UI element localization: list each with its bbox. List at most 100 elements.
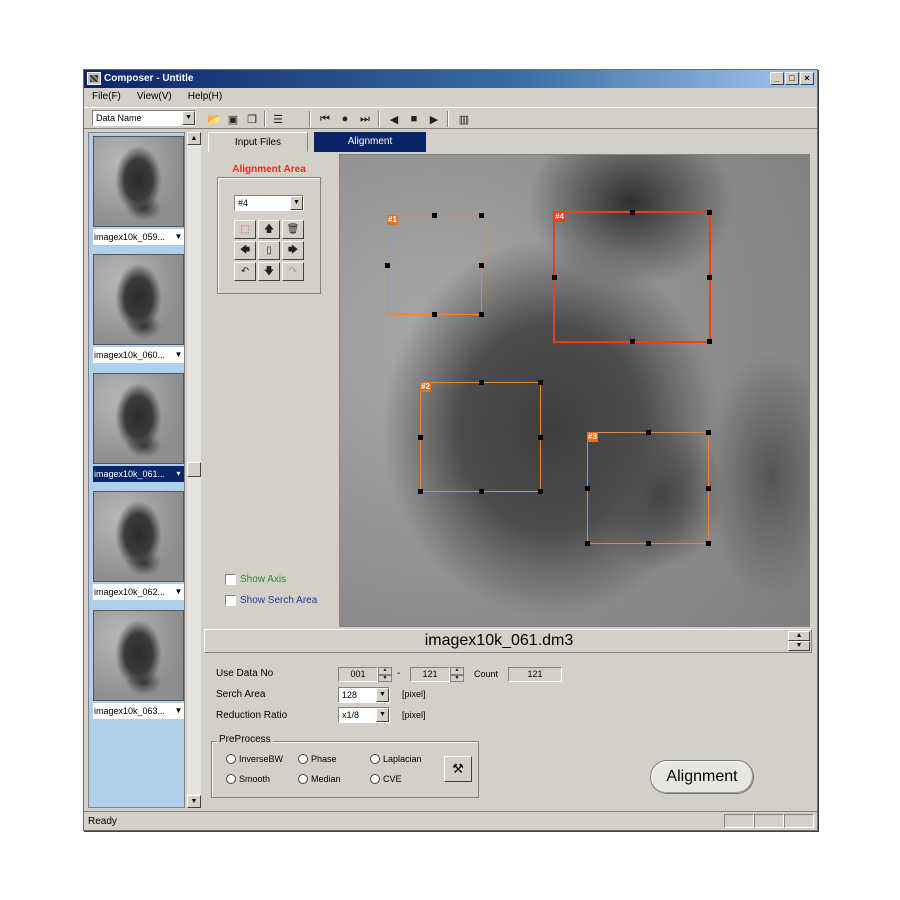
- show-axis-checkbox[interactable]: Show Axis: [225, 574, 286, 585]
- arrow-down-icon[interactable]: 🡇: [258, 262, 280, 281]
- save-icon[interactable]: ▣: [225, 111, 241, 127]
- thumbnail-image[interactable]: [93, 610, 184, 701]
- alignment-roi[interactable]: #1: [385, 213, 484, 317]
- spin-down-icon[interactable]: ▼: [788, 641, 810, 651]
- thumbnail-caption[interactable]: imagex10k_059... ▼: [93, 229, 184, 245]
- scroll-up-icon[interactable]: ▲: [187, 132, 201, 145]
- minimize-button[interactable]: _: [770, 72, 784, 85]
- tab-alignment[interactable]: Alignment: [314, 132, 426, 152]
- radio-button[interactable]: [226, 774, 236, 784]
- thumbnail-image[interactable]: [93, 373, 184, 464]
- blank-icon[interactable]: [289, 111, 305, 127]
- stop-icon[interactable]: ■: [406, 111, 422, 127]
- menu-help[interactable]: Help(H): [188, 88, 222, 106]
- redo-icon[interactable]: ↷: [282, 262, 304, 281]
- data-to-spinner[interactable]: ▲ ▼: [450, 667, 464, 682]
- menu-view[interactable]: View(V): [137, 88, 172, 106]
- play-icon[interactable]: ▶: [426, 111, 442, 127]
- alignment-roi[interactable]: #2: [418, 380, 543, 494]
- chevron-down-icon[interactable]: ▼: [173, 703, 184, 719]
- scroll-thumb[interactable]: [187, 462, 201, 477]
- checkbox-box[interactable]: [225, 574, 236, 585]
- thumbnail-item[interactable]: imagex10k_062... ▼: [93, 491, 184, 600]
- menu-file[interactable]: File(F): [92, 88, 121, 106]
- chevron-down-icon[interactable]: ▼: [173, 229, 184, 245]
- spin-up-icon[interactable]: ▲: [378, 667, 392, 675]
- chevron-down-icon[interactable]: ▼: [182, 111, 195, 125]
- arrow-left-icon[interactable]: 🡄: [234, 241, 256, 260]
- thumbnail-item[interactable]: imagex10k_060... ▼: [93, 254, 184, 363]
- undo-icon[interactable]: ↶: [234, 262, 256, 281]
- copy-icon[interactable]: ❐: [244, 111, 260, 127]
- radio-button[interactable]: [298, 754, 308, 764]
- thumbnail-caption[interactable]: imagex10k_062... ▼: [93, 584, 184, 600]
- list-icon[interactable]: ☰: [270, 111, 286, 127]
- radio-median[interactable]: Median: [298, 774, 341, 784]
- image-viewer[interactable]: #1 #4 #2 #3: [339, 154, 810, 627]
- spin-up-icon[interactable]: ▲: [450, 667, 464, 675]
- delete-icon[interactable]: 🗑: [282, 220, 304, 239]
- radio-inverse-bw[interactable]: InverseBW: [226, 754, 283, 764]
- open-folder-icon[interactable]: 📂: [206, 111, 222, 127]
- play-back-icon[interactable]: ◀: [386, 111, 402, 127]
- alignment-area-select[interactable]: #4 ▼: [234, 195, 304, 211]
- data-from-field[interactable]: 001: [338, 667, 378, 682]
- thumbnail-scrollbar[interactable]: ▲ ▼: [187, 132, 201, 808]
- checkbox-box[interactable]: [225, 595, 236, 606]
- thumbnail-item[interactable]: imagex10k_061... ▾: [93, 373, 184, 482]
- reduction-ratio-select[interactable]: x1/8 ▼: [338, 707, 390, 723]
- radio-smooth[interactable]: Smooth: [226, 774, 270, 784]
- radio-button[interactable]: [370, 754, 380, 764]
- radio-phase[interactable]: Phase: [298, 754, 337, 764]
- preprocess-settings-button[interactable]: ⚒: [444, 756, 472, 782]
- spin-down-icon[interactable]: ▼: [450, 674, 464, 682]
- spin-down-icon[interactable]: ▼: [378, 674, 392, 682]
- histogram-icon[interactable]: ▥: [456, 111, 472, 127]
- data-to-field[interactable]: 121: [410, 667, 450, 682]
- thumbnail-item[interactable]: imagex10k_063... ▼: [93, 610, 184, 719]
- data-name-select[interactable]: Data Name ▼: [92, 110, 196, 126]
- radio-button[interactable]: [226, 754, 236, 764]
- file-spinner[interactable]: ▲ ▼: [788, 631, 810, 651]
- arrow-right-icon[interactable]: 🡆: [282, 241, 304, 260]
- radio-laplacian[interactable]: Laplacian: [370, 754, 422, 764]
- radio-label: Median: [311, 774, 341, 784]
- spin-up-icon[interactable]: ▲: [788, 631, 810, 641]
- roi-label: #1: [387, 215, 398, 225]
- data-from-spinner[interactable]: ▲ ▼: [378, 667, 392, 682]
- title-bar[interactable]: Composer - Untitle _ □ ×: [84, 70, 817, 88]
- alignment-roi[interactable]: #3: [585, 430, 711, 546]
- arrow-up-icon[interactable]: 🡅: [258, 220, 280, 239]
- thumbnail-image[interactable]: [93, 136, 184, 227]
- chevron-down-icon[interactable]: ▾: [173, 466, 184, 482]
- thumbnail-item[interactable]: imagex10k_059... ▼: [93, 136, 184, 245]
- thumbnail-caption[interactable]: imagex10k_063... ▼: [93, 703, 184, 719]
- skip-last-icon[interactable]: ⏭: [357, 111, 373, 127]
- scroll-down-icon[interactable]: ▼: [187, 795, 201, 808]
- alignment-button[interactable]: Alignment: [650, 760, 754, 794]
- show-search-area-checkbox[interactable]: Show Serch Area: [225, 595, 317, 606]
- chevron-down-icon[interactable]: ▼: [376, 688, 389, 702]
- radio-button[interactable]: [298, 774, 308, 784]
- select-region-icon[interactable]: ⬚: [234, 220, 256, 239]
- close-button[interactable]: ×: [800, 72, 814, 85]
- maximize-button[interactable]: □: [785, 72, 799, 85]
- record-icon[interactable]: ●: [337, 111, 353, 127]
- chevron-down-icon[interactable]: ▼: [173, 347, 184, 363]
- skip-first-icon[interactable]: ⏮: [317, 111, 333, 127]
- thumbnail-caption[interactable]: imagex10k_061... ▾: [93, 466, 184, 482]
- alignment-roi-active[interactable]: #4: [552, 210, 712, 344]
- center-icon[interactable]: ▯: [258, 241, 280, 260]
- thumbnail-caption[interactable]: imagex10k_060... ▼: [93, 347, 184, 363]
- chevron-down-icon[interactable]: ▼: [376, 708, 389, 722]
- tab-input-files[interactable]: Input Files: [208, 132, 308, 152]
- search-area-value: 128: [342, 690, 358, 700]
- thumbnail-image[interactable]: [93, 254, 184, 345]
- search-area-unit: [pixel]: [402, 689, 426, 699]
- chevron-down-icon[interactable]: ▼: [173, 584, 184, 600]
- radio-button[interactable]: [370, 774, 380, 784]
- thumbnail-image[interactable]: [93, 491, 184, 582]
- radio-cve[interactable]: CVE: [370, 774, 402, 784]
- search-area-select[interactable]: 128 ▼: [338, 687, 390, 703]
- chevron-down-icon[interactable]: ▼: [290, 196, 303, 210]
